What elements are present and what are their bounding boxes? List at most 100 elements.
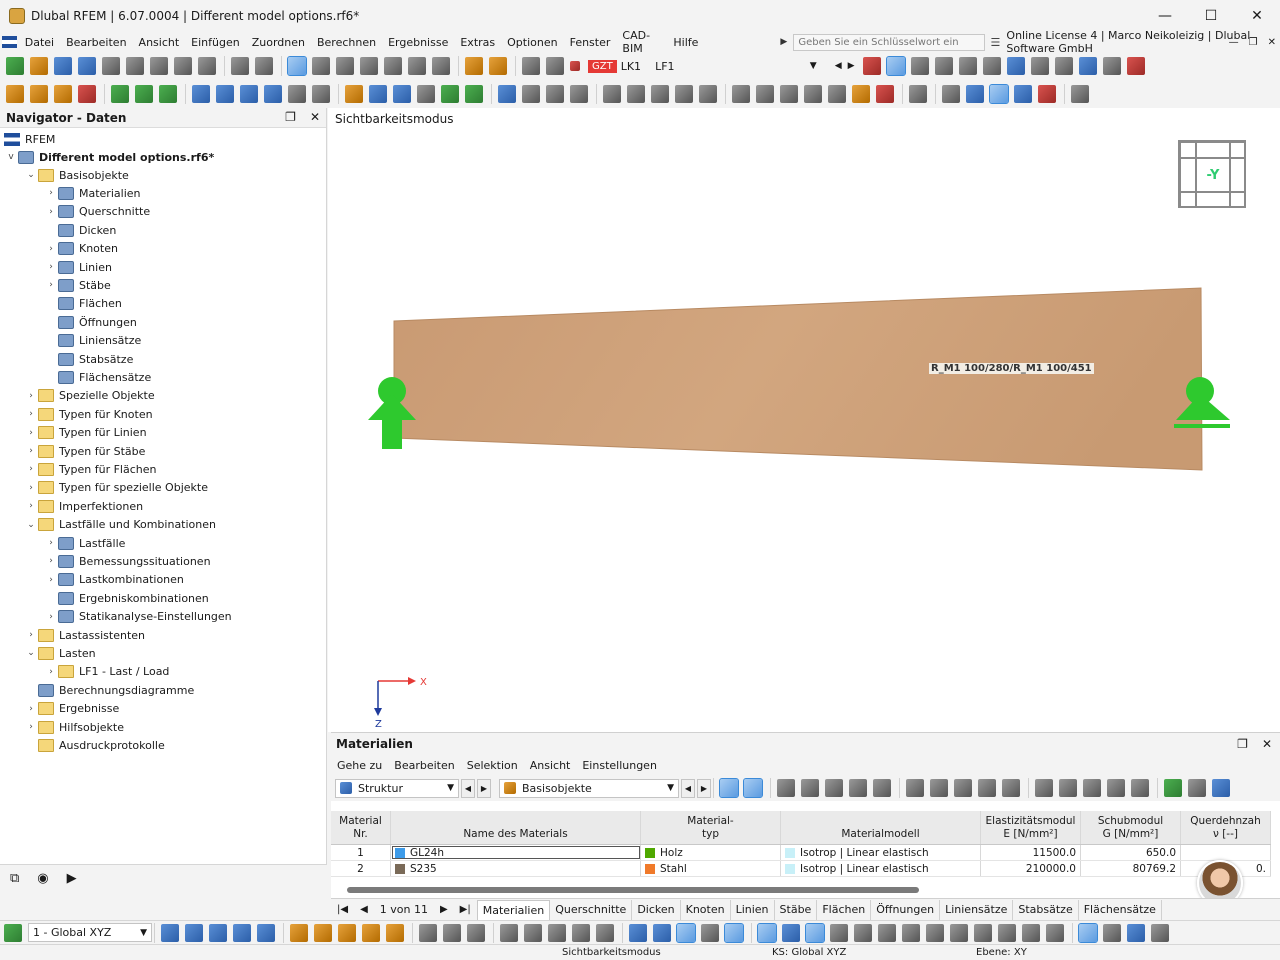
menu-ansicht[interactable]: Ansicht xyxy=(135,36,188,49)
cancel-icon[interactable] xyxy=(1126,57,1145,75)
print-dropdown-icon[interactable] xyxy=(150,57,168,75)
load-values-icon[interactable] xyxy=(910,57,929,75)
chevron-right-icon[interactable]: › xyxy=(24,483,38,493)
align-h-icon[interactable] xyxy=(732,85,750,103)
arc-icon[interactable] xyxy=(443,923,461,942)
edit-model-icon[interactable] xyxy=(465,57,483,75)
tree-item[interactable]: Dicken xyxy=(44,221,116,239)
cs-tool-icon[interactable] xyxy=(4,923,22,942)
tab-dicken[interactable]: Dicken xyxy=(632,899,681,920)
tab-linien[interactable]: Linien xyxy=(731,899,775,920)
diagram-icon[interactable] xyxy=(1102,57,1121,75)
chevron-right-icon[interactable]: › xyxy=(44,280,58,290)
tab-stabsaetze[interactable]: Stabsätze xyxy=(1013,899,1079,920)
open-folder-icon[interactable] xyxy=(30,57,48,75)
draw-load-icon[interactable] xyxy=(386,923,404,942)
chevron-right-icon[interactable]: › xyxy=(24,446,38,456)
new-model-icon[interactable] xyxy=(6,57,24,75)
mdi-close-button[interactable]: ✕ xyxy=(1268,37,1276,48)
polyline-icon[interactable] xyxy=(419,923,437,942)
tree-item[interactable]: › Typen für Flächen xyxy=(24,460,156,478)
deformation-icon[interactable] xyxy=(603,85,621,103)
maximize-button[interactable]: ☐ xyxy=(1188,0,1234,32)
console-icon[interactable] xyxy=(360,57,378,75)
pin-icon[interactable]: ❐ xyxy=(285,110,296,124)
select-in-table-icon[interactable] xyxy=(743,778,763,798)
tree-item[interactable]: ⌄ Basisobjekte xyxy=(24,166,129,184)
col-e-modulus[interactable]: Elastizitätsmodul E [N/mm²] xyxy=(981,811,1081,844)
snap-line-icon[interactable] xyxy=(185,923,203,942)
tree-item[interactable]: › Materialien xyxy=(44,184,140,202)
tab-querschnitte[interactable]: Querschnitte xyxy=(550,899,633,920)
tab-flaechensaetze[interactable]: Flächensätze xyxy=(1079,899,1162,920)
menu-hilfe[interactable]: Hilfe xyxy=(669,36,706,49)
lightning-icon[interactable] xyxy=(852,85,870,103)
col-shear-modulus[interactable]: Schubmodul G [N/mm²] xyxy=(1081,811,1181,844)
osnap-grid-icon[interactable] xyxy=(757,922,777,943)
chevron-down-icon[interactable]: v xyxy=(4,152,18,162)
tree-item[interactable]: › Querschnitte xyxy=(44,203,150,221)
chevron-right-icon[interactable]: › xyxy=(44,262,58,272)
tree-item[interactable]: Flächensätze xyxy=(44,368,151,386)
tree-item[interactable]: › Typen für Stäbe xyxy=(24,442,145,460)
result-xyz-icon[interactable] xyxy=(1054,57,1073,75)
menu-optionen[interactable]: Optionen xyxy=(503,36,565,49)
menu-einfuegen[interactable]: Einfügen xyxy=(187,36,248,49)
workplane-icon[interactable] xyxy=(465,85,483,103)
tree-item[interactable]: › Hilfsobjekte xyxy=(24,718,124,736)
search-input[interactable]: Geben Sie ein Schlüsselwort ein (Alt+Q) xyxy=(793,33,985,63)
show-loads-icon[interactable] xyxy=(885,56,906,76)
view-table-icon[interactable] xyxy=(653,923,671,942)
structure-combo[interactable]: Struktur ▼ xyxy=(335,778,459,798)
view-snap-icon[interactable] xyxy=(701,923,719,942)
tree-item[interactable]: ⌄ Lasten xyxy=(24,644,96,662)
draw-node-icon[interactable] xyxy=(290,923,308,942)
result-diagram-icon[interactable] xyxy=(627,85,645,103)
col-number[interactable]: Material Nr. xyxy=(331,811,391,844)
copy-row-icon[interactable] xyxy=(849,779,867,797)
tree-item[interactable]: › Linien xyxy=(44,258,112,276)
sort-icon[interactable] xyxy=(978,779,996,797)
tree-item[interactable]: › Spezielle Objekte xyxy=(24,387,155,405)
draw-line-icon[interactable] xyxy=(314,923,332,942)
col-model[interactable]: Materialmodell xyxy=(781,811,981,844)
osnap-tangent-icon[interactable] xyxy=(902,923,920,942)
minimize-button[interactable]: — xyxy=(1142,0,1188,32)
settings-icon[interactable] xyxy=(1071,85,1089,103)
redo-icon[interactable] xyxy=(255,57,273,75)
minus-icon[interactable] xyxy=(1151,923,1169,942)
object-type-combo[interactable]: Basisobjekte ▼ xyxy=(499,778,679,798)
rotate-icon[interactable] xyxy=(240,85,258,103)
structure-next-button[interactable]: ▶ xyxy=(477,778,491,798)
display-settings-icon[interactable] xyxy=(1078,57,1097,75)
align-v-icon[interactable] xyxy=(756,85,774,103)
table-view-icon[interactable] xyxy=(777,779,795,797)
first-page-icon[interactable]: |◀ xyxy=(337,904,348,915)
snap-icon[interactable] xyxy=(393,85,411,103)
row-name-cell[interactable]: GL24h xyxy=(391,845,641,860)
tab-materialien[interactable]: Materialien xyxy=(476,899,551,920)
report-icon[interactable] xyxy=(174,57,192,75)
chevron-right-icon[interactable]: › xyxy=(24,722,38,732)
tree-item[interactable]: Öffnungen xyxy=(44,313,137,331)
tree-item[interactable]: › Bemessungssituationen xyxy=(44,552,211,570)
marker-icon[interactable] xyxy=(876,85,894,103)
row-type-cell[interactable]: Holz xyxy=(641,845,781,860)
menu-ergebnisse[interactable]: Ergebnisse xyxy=(384,36,456,49)
col-poisson[interactable]: Querdehnzah ν [--] xyxy=(1181,811,1271,844)
tree-item[interactable]: Liniensätze xyxy=(44,332,141,350)
chevron-right-icon[interactable]: › xyxy=(44,244,58,254)
menu-zuordnen[interactable]: Zuordnen xyxy=(248,36,313,49)
frame-icon[interactable] xyxy=(570,85,588,103)
chevron-right-icon[interactable]: › xyxy=(44,188,58,198)
tree-item[interactable]: › Stäbe xyxy=(44,276,111,294)
load-wizard-icon[interactable] xyxy=(862,57,881,75)
divide-icon[interactable] xyxy=(312,85,330,103)
trim-icon[interactable] xyxy=(572,923,590,942)
isolate-icon[interactable] xyxy=(1038,85,1056,103)
export-excel-icon[interactable] xyxy=(1164,779,1182,797)
menu-einstellungen[interactable]: Einstellungen xyxy=(582,759,657,772)
grid-display-icon[interactable] xyxy=(1078,922,1098,943)
document-icon[interactable] xyxy=(198,57,216,75)
menu-bearbeiten[interactable]: Bearbeiten xyxy=(62,36,134,49)
